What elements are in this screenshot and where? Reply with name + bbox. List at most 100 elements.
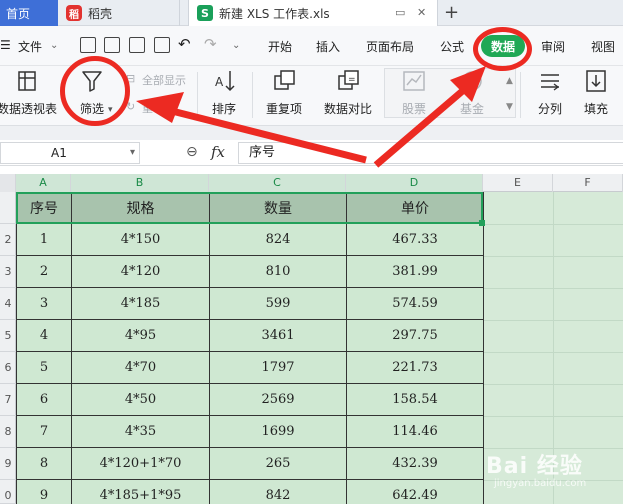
cell-price[interactable]: 297.75 <box>346 319 484 352</box>
row-header[interactable]: 3 <box>0 256 16 288</box>
select-all-corner[interactable] <box>0 174 16 192</box>
ribbon-spacer <box>0 126 623 140</box>
cell-spec[interactable]: 4*35 <box>71 415 210 448</box>
tab-page-layout[interactable]: 页面布局 <box>366 38 414 55</box>
fund-button[interactable]: ¥ 基金 <box>452 68 492 117</box>
cell-quantity[interactable]: 3461 <box>209 319 347 352</box>
cell-quantity[interactable]: 2569 <box>209 383 347 416</box>
tab-review[interactable]: 审阅 <box>541 38 565 55</box>
row-header[interactable]: 8 <box>0 416 16 448</box>
cell-spec[interactable]: 4*120+1*70 <box>71 447 210 480</box>
cell-index[interactable]: 8 <box>16 447 72 480</box>
row-header[interactable]: 4 <box>0 288 16 320</box>
tab-file[interactable]: S 新建 XLS 工作表.xls ▭ ✕ <box>188 0 438 26</box>
cell-price[interactable]: 114.46 <box>346 415 484 448</box>
print-icon[interactable] <box>129 37 145 53</box>
scroll-down-icon[interactable]: ▼ <box>506 102 513 112</box>
cell-spec[interactable]: 4*50 <box>71 383 210 416</box>
tab-home[interactable]: 首页 <box>0 0 58 26</box>
pivot-table-button[interactable]: 数据透视表 <box>0 68 58 117</box>
cell-price[interactable]: 467.33 <box>346 223 484 256</box>
tab-start[interactable]: 开始 <box>268 38 292 55</box>
cell-index[interactable]: 7 <box>16 415 72 448</box>
cell-spec[interactable]: 4*185 <box>71 287 210 320</box>
split-button[interactable]: 分列 <box>530 68 570 117</box>
row-header[interactable]: 6 <box>0 352 16 384</box>
row-header[interactable]: 5 <box>0 320 16 352</box>
sort-button[interactable]: A 排序 <box>204 68 244 117</box>
formula-input[interactable]: 序号 <box>238 142 623 164</box>
cell-price[interactable]: 381.99 <box>346 255 484 288</box>
duplicates-button[interactable]: 重复项 <box>258 68 310 117</box>
cell-spec[interactable]: 4*95 <box>71 319 210 352</box>
cell-spec[interactable]: 4*70 <box>71 351 210 384</box>
stock-button[interactable]: 股票 <box>392 68 436 117</box>
export-icon[interactable] <box>104 37 120 53</box>
cell-price[interactable]: 432.39 <box>346 447 484 480</box>
header-cell-index[interactable]: 序号 <box>16 192 72 224</box>
cell-price[interactable]: 574.59 <box>346 287 484 320</box>
header-cell-spec[interactable]: 规格 <box>71 192 210 224</box>
customize-chevron-icon[interactable]: ⌄ <box>232 40 240 51</box>
name-box[interactable]: A1 ▾ <box>0 142 140 164</box>
tab-formula[interactable]: 公式 <box>440 38 464 55</box>
close-tab-icon[interactable]: ✕ <box>417 6 426 19</box>
data-compare-button[interactable]: = 数据对比 <box>318 68 378 117</box>
cell-quantity[interactable]: 810 <box>209 255 347 288</box>
cell-spec[interactable]: 4*120 <box>71 255 210 288</box>
add-tab-button[interactable]: + <box>444 2 459 23</box>
cell-quantity[interactable]: 1797 <box>209 351 347 384</box>
cell-price[interactable]: 158.54 <box>346 383 484 416</box>
reapply-button[interactable]: 重 <box>142 100 153 116</box>
save-icon[interactable] <box>80 37 96 53</box>
column-header-a[interactable]: A <box>16 174 71 192</box>
cell-index[interactable]: 3 <box>16 287 72 320</box>
tab-daoke[interactable]: 稻 稻壳 <box>58 0 180 26</box>
column-header-d[interactable]: D <box>346 174 483 192</box>
cell-index[interactable]: 2 <box>16 255 72 288</box>
scroll-up-icon[interactable]: ▲ <box>506 76 513 86</box>
cell-quantity[interactable]: 599 <box>209 287 347 320</box>
function-icon[interactable]: fx <box>211 143 225 161</box>
cell-index[interactable]: 4 <box>16 319 72 352</box>
column-header-e[interactable]: E <box>483 174 553 192</box>
column-header-c[interactable]: C <box>209 174 346 192</box>
column-header-f[interactable]: F <box>553 174 623 192</box>
file-menu[interactable]: 文件 <box>18 38 42 55</box>
window-mode-icon[interactable]: ▭ <box>395 6 405 19</box>
header-cell-quantity[interactable]: 数量 <box>209 192 347 224</box>
cell-price[interactable]: 642.49 <box>346 479 484 504</box>
row-header[interactable] <box>0 192 16 224</box>
show-all-button[interactable]: 全部显示 <box>142 72 186 88</box>
chevron-down-icon[interactable]: ▾ <box>130 143 135 163</box>
cell-index[interactable]: 6 <box>16 383 72 416</box>
cell-quantity[interactable]: 1699 <box>209 415 347 448</box>
fill-handle[interactable] <box>479 220 485 226</box>
chevron-down-icon[interactable]: ⌄ <box>50 40 58 51</box>
cell-quantity[interactable]: 842 <box>209 479 347 504</box>
cell-quantity[interactable]: 265 <box>209 447 347 480</box>
cell-quantity[interactable]: 824 <box>209 223 347 256</box>
preview-icon[interactable] <box>154 37 170 53</box>
stock-chart-icon <box>401 68 427 94</box>
formula-bar: A1 ▾ ⊖ fx 序号 <box>0 140 623 166</box>
tab-insert[interactable]: 插入 <box>316 38 340 55</box>
column-header-b[interactable]: B <box>71 174 209 192</box>
row-header[interactable]: 2 <box>0 224 16 256</box>
cell-spec[interactable]: 4*185+1*95 <box>71 479 210 504</box>
tab-view[interactable]: 视图 <box>591 38 615 55</box>
cell-price[interactable]: 221.73 <box>346 351 484 384</box>
redo-icon[interactable]: ↷ <box>204 35 217 53</box>
fill-button[interactable]: 填充 <box>576 68 616 117</box>
hamburger-icon[interactable]: ☰ <box>0 38 11 52</box>
row-header[interactable]: 0 <box>0 480 16 504</box>
header-cell-price[interactable]: 单价 <box>346 192 484 224</box>
zoom-icon[interactable]: ⊖ <box>186 144 198 160</box>
row-header[interactable]: 7 <box>0 384 16 416</box>
undo-icon[interactable]: ↶ <box>178 35 191 53</box>
cell-index[interactable]: 9 <box>16 479 72 504</box>
row-header[interactable]: 9 <box>0 448 16 480</box>
cell-spec[interactable]: 4*150 <box>71 223 210 256</box>
cell-index[interactable]: 1 <box>16 223 72 256</box>
cell-index[interactable]: 5 <box>16 351 72 384</box>
